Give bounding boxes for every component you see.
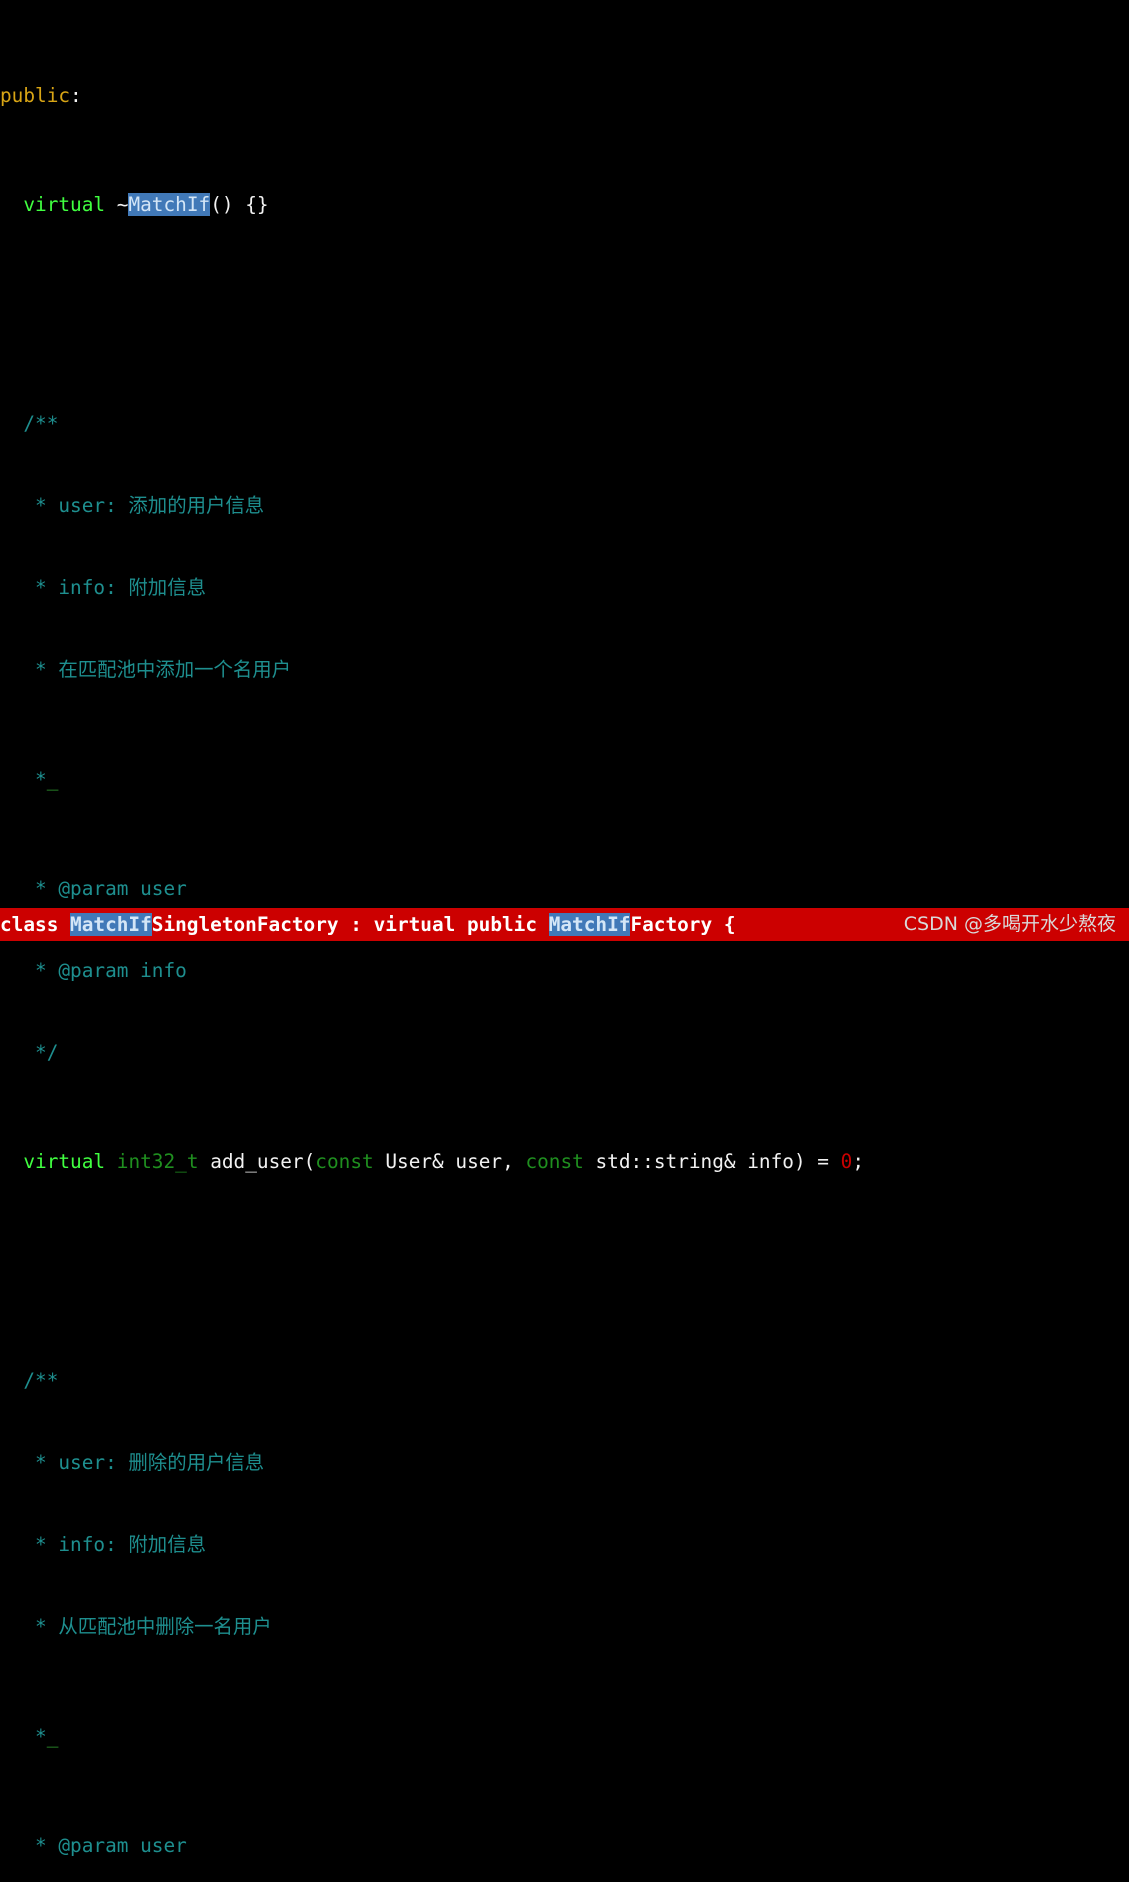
status-end-text: Factory { <box>630 913 736 936</box>
search-match-highlight: MatchIf <box>70 913 152 936</box>
comment-line: * info: 附加信息 <box>0 1533 206 1557</box>
comment-dash: _ <box>46 1724 59 1748</box>
code-line: public: <box>0 82 1129 109</box>
access-specifier-keyword: public <box>0 84 71 108</box>
const-keyword: const <box>525 1150 584 1174</box>
comment-star: * <box>0 767 47 791</box>
comment-star: * <box>0 1724 47 1748</box>
return-type: int32_t <box>116 1150 199 1174</box>
status-pre-text: class <box>0 913 71 936</box>
code-line: virtual ~MatchIf() {} <box>0 191 1129 218</box>
editor-status-bar[interactable]: class MatchIfSingletonFactory : virtual … <box>0 908 1129 941</box>
comment-line: * 在匹配池中添加一个名用户 <box>0 658 292 682</box>
status-mid-text: SingletonFactory : virtual public <box>151 913 549 936</box>
semicolon: ; <box>852 1150 865 1174</box>
param-text: User& user, <box>373 1150 526 1174</box>
code-line: virtual int32_t add_user(const User& use… <box>0 1148 1129 1175</box>
source-code-area[interactable]: public: virtual ~MatchIf() {} /** * user… <box>0 0 1129 1882</box>
comment-line: /** <box>0 412 59 436</box>
virtual-keyword: virtual <box>23 193 106 217</box>
colon-punct: : <box>70 84 82 108</box>
paren-open: ( <box>303 1150 316 1174</box>
search-match-highlight: MatchIf <box>548 913 631 936</box>
csdn-watermark: CSDN @多喝开水少熬夜 <box>903 913 1116 935</box>
comment-line: * @param user <box>0 1834 187 1858</box>
comment-line: *_ <box>0 766 1129 793</box>
comment-line: * user: 删除的用户信息 <box>0 1451 265 1475</box>
const-keyword: const <box>315 1150 374 1174</box>
destructor-tilde: ~ <box>105 193 129 217</box>
comment-line: /** <box>0 1369 59 1393</box>
status-bar-message: class MatchIfSingletonFactory : virtual … <box>0 908 736 941</box>
param-text: std::string& info) = <box>583 1150 841 1174</box>
virtual-keyword: virtual <box>23 1150 106 1174</box>
function-name: add_user <box>210 1150 304 1174</box>
code-text: () {} <box>210 193 269 217</box>
comment-line: * 从匹配池中删除一名用户 <box>0 1615 272 1639</box>
comment-line: * info: 附加信息 <box>0 576 206 600</box>
comment-line: *_ <box>0 1723 1129 1750</box>
search-match-highlight: MatchIf <box>128 193 211 217</box>
numeric-literal: 0 <box>840 1150 853 1174</box>
comment-line: * user: 添加的用户信息 <box>0 494 265 518</box>
code-editor-viewport[interactable]: public: virtual ~MatchIf() {} /** * user… <box>0 0 1129 1857</box>
comment-line: * @param user <box>0 877 187 900</box>
comment-dash: _ <box>46 767 59 791</box>
comment-line: */ <box>0 1041 59 1065</box>
comment-line: * @param info <box>0 959 187 983</box>
